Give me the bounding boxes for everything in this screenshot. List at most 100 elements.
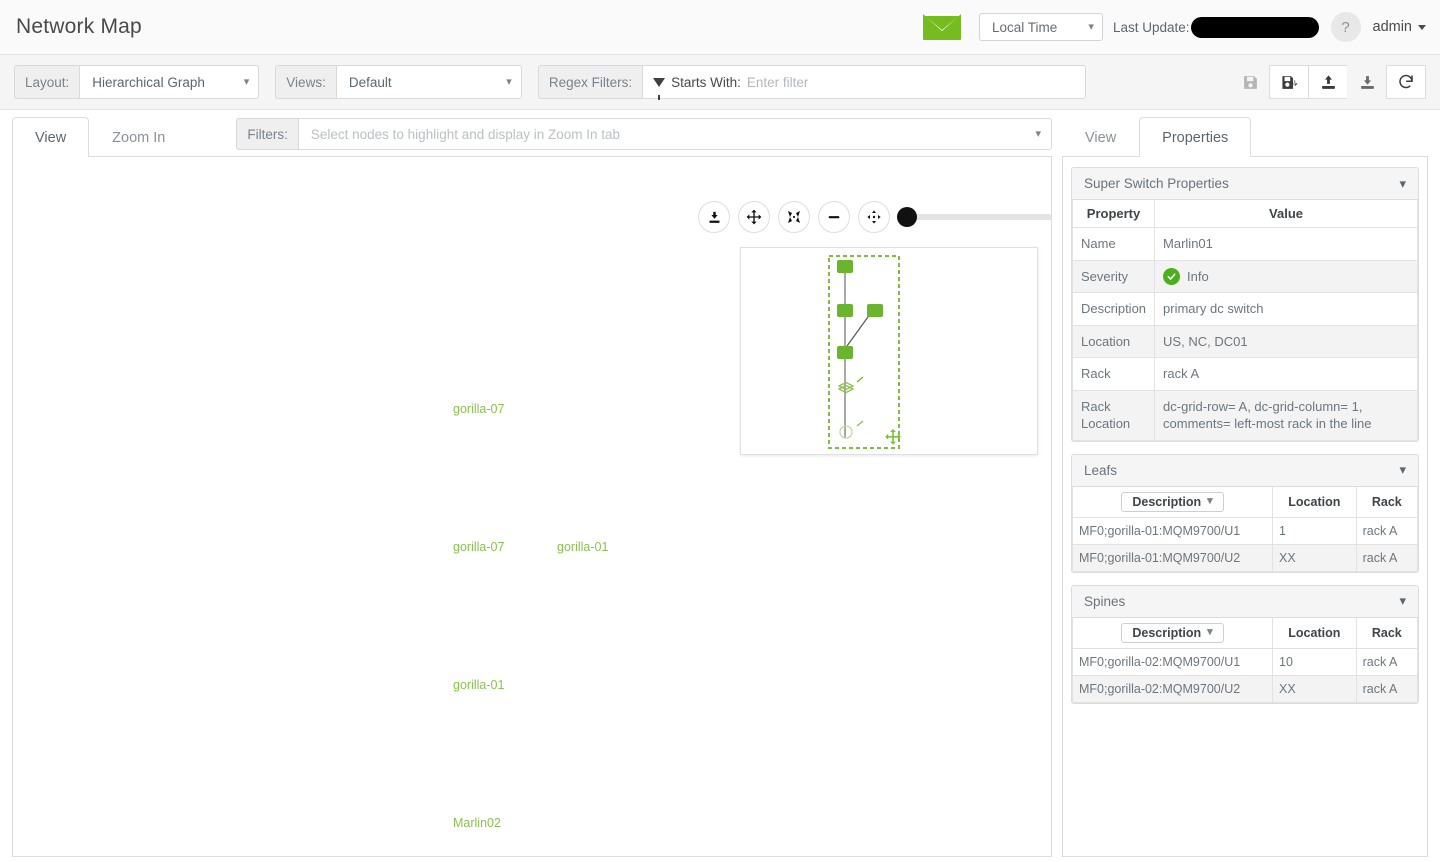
tab-view[interactable]: View (12, 117, 89, 157)
views-select[interactable]: Default ▾ (336, 65, 522, 99)
filter-placeholder: Enter filter (747, 75, 809, 90)
graph-node-label: gorilla-07 (453, 540, 504, 554)
last-update-redacted-value (1191, 17, 1319, 38)
chevron-down-icon: ▾ (1035, 129, 1041, 140)
section-super-switch-properties: Super Switch Properties ▾ Property Value… (1071, 167, 1419, 442)
refresh-button[interactable] (1386, 65, 1426, 99)
properties-table: Property Value Name Marlin01 Severity (1072, 200, 1418, 441)
graph-node-label: gorilla-01 (453, 678, 504, 692)
section-header[interactable]: Super Switch Properties ▾ (1072, 168, 1418, 200)
section-title: Super Switch Properties (1084, 176, 1229, 191)
table-row: Rack Location dc-grid-row= A, dc-grid-co… (1073, 390, 1418, 440)
column-header-description[interactable]: Description ▾ (1073, 618, 1273, 649)
column-header-description-label: Description (1132, 495, 1201, 509)
chevron-down-icon: ▾ (506, 77, 512, 88)
download-button[interactable] (1347, 65, 1387, 99)
last-update-label: Last Update: (1113, 20, 1190, 35)
property-key: Description (1073, 293, 1155, 326)
timezone-select[interactable]: Local Time ▾ (979, 13, 1103, 41)
cell-description: MF0;gorilla-01:MQM9700/U1 (1073, 517, 1273, 544)
chevron-down-icon[interactable]: ▾ (1399, 462, 1406, 478)
column-header-rack: Rack (1356, 618, 1417, 649)
leafs-table: Description ▾ Location Rack MF0;gorilla-… (1072, 487, 1418, 572)
property-value: rack A (1155, 358, 1418, 391)
chevron-down-icon: ▾ (1207, 496, 1213, 507)
zoom-slider[interactable] (900, 214, 1052, 220)
table-header-row: Description ▾ Location Rack (1073, 618, 1418, 649)
table-row: MF0;gorilla-02:MQM9700/U2 XX rack A (1073, 675, 1418, 702)
section-title: Spines (1084, 594, 1125, 609)
save-button[interactable] (1230, 65, 1270, 99)
graph-tabs: View Zoom In Filters: Select nodes to hi… (12, 110, 1052, 157)
tab-panel-properties[interactable]: Properties (1139, 117, 1251, 157)
section-title: Leafs (1084, 463, 1117, 478)
column-header-location: Location (1273, 618, 1357, 649)
section-header[interactable]: Spines ▾ (1072, 586, 1418, 618)
regex-filter-input[interactable]: Starts With: Enter filter (642, 65, 1086, 99)
graph-canvas[interactable]: gorilla-07 gorilla-07 gorilla-01 gorilla… (12, 157, 1052, 857)
regex-filters-label: Regex Filters: (538, 65, 642, 99)
chevron-down-icon[interactable]: ▾ (1399, 593, 1406, 609)
last-update: Last Update: (1113, 17, 1331, 38)
property-key: Rack (1073, 358, 1155, 391)
section-header[interactable]: Leafs ▾ (1072, 455, 1418, 487)
property-value: dc-grid-row= A, dc-grid-column= 1, comme… (1155, 390, 1418, 440)
table-row: Severity Info (1073, 260, 1418, 293)
cell-location: 1 (1273, 517, 1357, 544)
table-header-row: Property Value (1073, 200, 1418, 228)
column-header-property: Property (1073, 200, 1155, 228)
user-menu[interactable]: admin (1373, 19, 1427, 35)
layout-value: Hierarchical Graph (92, 75, 205, 90)
tab-zoom-in[interactable]: Zoom In (89, 117, 188, 157)
cell-location: XX (1273, 544, 1357, 571)
minimap[interactable] (740, 247, 1038, 455)
filters-label: Filters: (236, 118, 298, 150)
table-row: MF0;gorilla-01:MQM9700/U1 1 rack A (1073, 517, 1418, 544)
timezone-value: Local Time (992, 20, 1057, 35)
property-value: primary dc switch (1155, 293, 1418, 326)
graph-node-label: gorilla-01 (557, 540, 608, 554)
app-header: Network Map Local Time ▾ Last Update: ? … (0, 0, 1440, 55)
column-header-location: Location (1273, 487, 1357, 518)
page-title: Network Map (0, 15, 142, 39)
help-label: ? (1341, 19, 1349, 36)
header-right-group: Local Time ▾ Last Update: ? admin (923, 0, 1440, 54)
chevron-down-icon: ▾ (1207, 627, 1213, 638)
upload-button[interactable] (1308, 65, 1348, 99)
column-header-description[interactable]: Description ▾ (1073, 487, 1273, 518)
zoom-slider-thumb[interactable] (897, 207, 917, 227)
zoom-out-button[interactable] (818, 201, 850, 233)
chevron-down-icon (1418, 25, 1426, 30)
tab-panel-properties-label: Properties (1162, 130, 1228, 146)
fit-to-screen-button[interactable] (858, 201, 890, 233)
pan-button[interactable] (738, 201, 770, 233)
severity-label: Info (1187, 268, 1209, 286)
layout-label: Layout: (14, 65, 79, 99)
graph-panel: View Zoom In Filters: Select nodes to hi… (12, 110, 1052, 850)
cell-location: XX (1273, 675, 1357, 702)
save-as-button[interactable] (1269, 65, 1309, 99)
user-name: admin (1373, 19, 1413, 35)
tab-panel-view[interactable]: View (1062, 117, 1139, 157)
export-image-button[interactable] (698, 201, 730, 233)
node-filter-select[interactable]: Select nodes to highlight and display in… (298, 118, 1052, 150)
chevron-down-icon[interactable]: ▾ (1399, 176, 1406, 192)
property-value: US, NC, DC01 (1155, 325, 1418, 358)
layout-select[interactable]: Hierarchical Graph ▾ (79, 65, 259, 99)
properties-panel: View Properties Super Switch Properties … (1062, 110, 1428, 850)
severity-info-icon (1163, 268, 1180, 285)
section-spines: Spines ▾ Description ▾ Location Rack (1071, 585, 1419, 704)
properties-content: Super Switch Properties ▾ Property Value… (1062, 157, 1428, 857)
table-row: Location US, NC, DC01 (1073, 325, 1418, 358)
minimap-svg (741, 248, 1037, 454)
collapse-button[interactable] (778, 201, 810, 233)
properties-tabs: View Properties (1062, 110, 1428, 157)
column-header-value: Value (1155, 200, 1418, 228)
table-row: MF0;gorilla-01:MQM9700/U2 XX rack A (1073, 544, 1418, 571)
help-icon[interactable]: ? (1331, 12, 1361, 42)
table-row: Name Marlin01 (1073, 228, 1418, 261)
column-header-description-label: Description (1132, 626, 1201, 640)
tab-panel-view-label: View (1085, 130, 1116, 146)
table-row: Description primary dc switch (1073, 293, 1418, 326)
envelope-icon[interactable] (923, 14, 961, 40)
